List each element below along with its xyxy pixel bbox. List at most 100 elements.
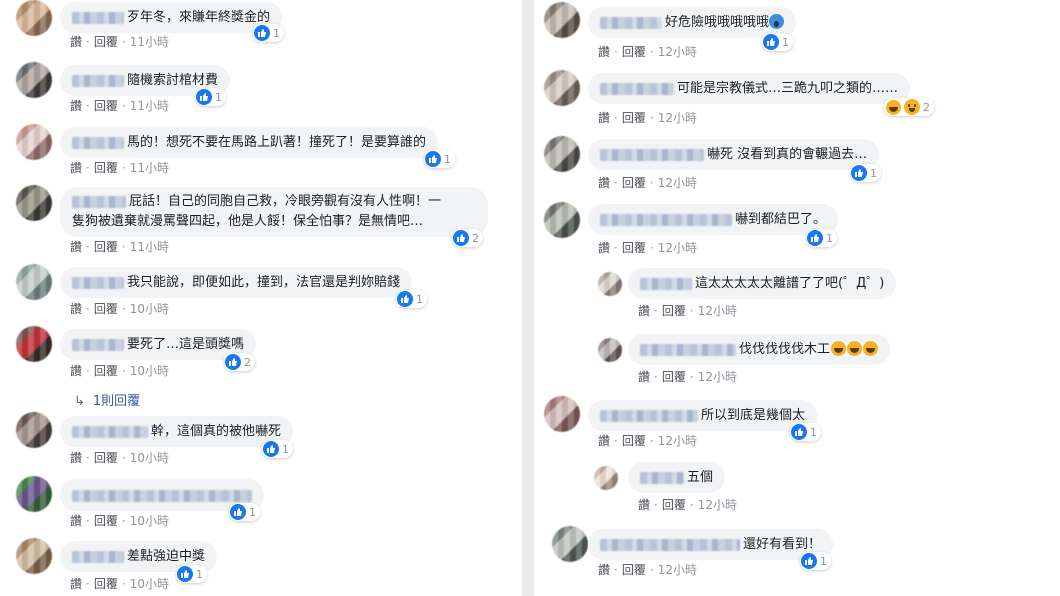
author-name[interactable] — [72, 195, 126, 208]
like-link[interactable]: 讚 — [598, 111, 610, 125]
like-link[interactable]: 讚 — [70, 451, 82, 465]
reply-link[interactable]: 回覆 — [622, 111, 646, 125]
timestamp[interactable]: 10小時 — [130, 451, 169, 465]
avatar[interactable] — [16, 264, 52, 300]
timestamp[interactable]: 12小時 — [698, 370, 737, 384]
reply-link[interactable]: 回覆 — [622, 241, 646, 255]
avatar[interactable] — [544, 70, 580, 106]
reply-link[interactable]: 回覆 — [622, 434, 646, 448]
reply-link[interactable]: 回覆 — [622, 563, 646, 577]
like-link[interactable]: 讚 — [70, 302, 82, 316]
timestamp[interactable]: 11小時 — [130, 240, 169, 254]
author-name[interactable] — [600, 16, 662, 29]
timestamp[interactable]: 12小時 — [658, 45, 697, 59]
avatar[interactable] — [16, 476, 52, 512]
timestamp[interactable]: 12小時 — [658, 563, 697, 577]
timestamp[interactable]: 12小時 — [698, 498, 737, 512]
timestamp[interactable]: 11小時 — [130, 99, 169, 113]
reply-link[interactable]: 回覆 — [662, 498, 686, 512]
reply-link[interactable]: 回覆 — [94, 451, 118, 465]
author-name[interactable] — [72, 338, 124, 351]
author-name[interactable] — [72, 425, 148, 438]
like-link[interactable]: 讚 — [598, 563, 610, 577]
reaction-count[interactable]: 1 — [229, 503, 260, 521]
avatar[interactable] — [594, 466, 618, 490]
reply-link[interactable]: 回覆 — [94, 514, 118, 528]
like-link[interactable]: 讚 — [598, 176, 610, 190]
timestamp[interactable]: 10小時 — [130, 577, 169, 591]
avatar[interactable] — [16, 62, 52, 98]
author-name[interactable] — [600, 538, 740, 551]
like-link[interactable]: 讚 — [638, 498, 650, 512]
like-link[interactable]: 讚 — [638, 304, 650, 318]
reaction-count[interactable]: 2 — [224, 353, 255, 371]
reply-link[interactable]: 回覆 — [94, 35, 118, 49]
like-link[interactable]: 讚 — [598, 241, 610, 255]
timestamp[interactable]: 12小時 — [658, 111, 697, 125]
like-link[interactable]: 讚 — [70, 514, 82, 528]
reply-link[interactable]: 回覆 — [94, 302, 118, 316]
reaction-count[interactable]: 1 — [850, 164, 881, 182]
reply-link[interactable]: 回覆 — [662, 304, 686, 318]
author-name[interactable] — [72, 74, 124, 87]
reply-link[interactable]: 回覆 — [94, 577, 118, 591]
reaction-count[interactable]: 1 — [424, 150, 455, 168]
avatar[interactable] — [16, 412, 52, 448]
reply-link[interactable]: 回覆 — [94, 161, 118, 175]
author-name[interactable] — [600, 213, 732, 226]
like-link[interactable]: 讚 — [70, 161, 82, 175]
reaction-count[interactable]: 2 — [884, 98, 934, 116]
author-name[interactable] — [72, 490, 252, 502]
reaction-count[interactable]: 1 — [195, 88, 226, 106]
reaction-count[interactable]: 1 — [790, 423, 821, 441]
reaction-count[interactable]: 1 — [253, 24, 284, 42]
timestamp[interactable]: 12小時 — [698, 304, 737, 318]
avatar[interactable] — [16, 124, 52, 160]
reaction-count[interactable]: 1 — [396, 290, 427, 308]
reply-link[interactable]: 回覆 — [94, 99, 118, 113]
author-name[interactable] — [600, 82, 674, 95]
reply-link[interactable]: 回覆 — [622, 176, 646, 190]
like-link[interactable]: 讚 — [70, 99, 82, 113]
timestamp[interactable]: 12小時 — [658, 434, 697, 448]
avatar[interactable] — [16, 538, 52, 574]
like-link[interactable]: 讚 — [638, 370, 650, 384]
like-link[interactable]: 讚 — [598, 434, 610, 448]
reaction-count[interactable]: 1 — [806, 229, 837, 247]
reply-link[interactable]: 回覆 — [94, 240, 118, 254]
avatar[interactable] — [544, 136, 580, 172]
reaction-count[interactable]: 1 — [262, 440, 293, 458]
avatar[interactable] — [16, 0, 52, 36]
author-name[interactable] — [72, 276, 124, 289]
author-name[interactable] — [72, 11, 124, 24]
author-name[interactable] — [640, 277, 692, 290]
reaction-count[interactable]: 2 — [452, 229, 483, 247]
reply-link[interactable]: 回覆 — [94, 364, 118, 378]
timestamp[interactable]: 10小時 — [130, 302, 169, 316]
like-link[interactable]: 讚 — [70, 364, 82, 378]
avatar[interactable] — [598, 338, 622, 362]
timestamp[interactable]: 12小時 — [658, 241, 697, 255]
author-name[interactable] — [640, 343, 736, 356]
avatar[interactable] — [16, 326, 52, 362]
reaction-count[interactable]: 1 — [762, 33, 793, 51]
like-link[interactable]: 讚 — [70, 35, 82, 49]
timestamp[interactable]: 12小時 — [658, 176, 697, 190]
like-link[interactable]: 讚 — [70, 240, 82, 254]
author-name[interactable] — [600, 148, 704, 161]
avatar[interactable] — [544, 2, 580, 38]
avatar[interactable] — [544, 396, 580, 432]
timestamp[interactable]: 10小時 — [130, 364, 169, 378]
avatar[interactable] — [598, 272, 622, 296]
reply-link[interactable]: 回覆 — [622, 45, 646, 59]
avatar[interactable] — [552, 526, 588, 562]
avatar[interactable] — [16, 185, 52, 221]
author-name[interactable] — [72, 136, 124, 149]
avatar[interactable] — [544, 202, 580, 238]
author-name[interactable] — [600, 409, 698, 422]
timestamp[interactable]: 10小時 — [130, 514, 169, 528]
reply-link[interactable]: 回覆 — [662, 370, 686, 384]
like-link[interactable]: 讚 — [598, 45, 610, 59]
reaction-count[interactable]: 1 — [176, 565, 207, 583]
author-name[interactable] — [72, 550, 124, 563]
